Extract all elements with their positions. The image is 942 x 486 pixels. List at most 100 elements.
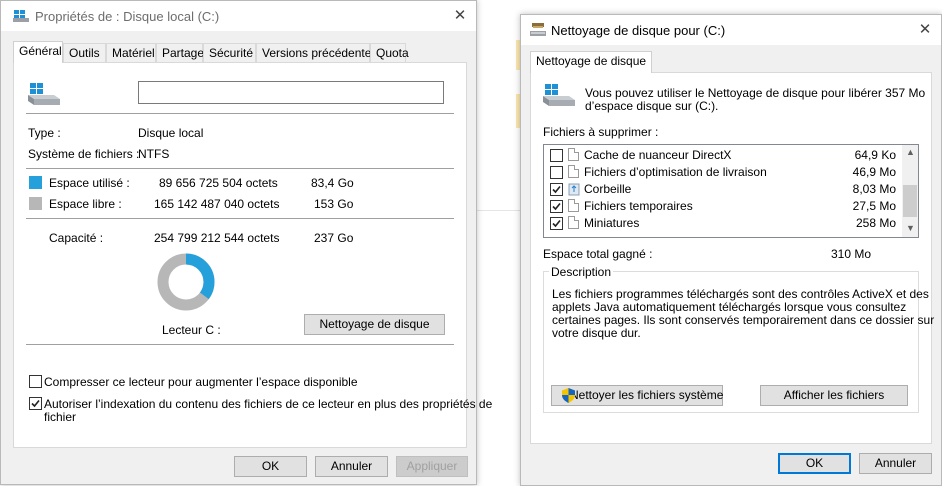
compress-label: Compresser ce lecteur pour augmenter l’e… [44, 375, 358, 389]
close-icon[interactable]: ✕ [913, 18, 937, 42]
type-label: Type : [28, 126, 61, 140]
separator [26, 113, 454, 114]
type-value: Disque local [138, 126, 204, 140]
disk-cleanup-tab-panel: Vous pouvez utiliser le Nettoyage de dis… [530, 72, 935, 444]
file-icon [568, 199, 579, 212]
free-space-label: Espace libre : [49, 197, 122, 211]
filesystem-value: NTFS [138, 147, 170, 161]
tab-versions-précédentes[interactable]: Versions précédentes [256, 43, 377, 63]
close-icon[interactable]: ✕ [448, 4, 472, 28]
file-size: 46,9 Mo [852, 165, 896, 179]
capacity-label: Capacité : [49, 231, 104, 245]
description-title: Description [549, 265, 614, 279]
disk-cleanup-window: Nettoyage de disque pour (C:) ✕ Nettoyag… [520, 14, 942, 486]
recycle-bin-icon [568, 182, 580, 199]
free-space-gb: 153 Go [314, 197, 354, 211]
file-checkbox[interactable] [550, 149, 563, 162]
total-space-value: 310 Mo [831, 247, 872, 261]
cleanup-system-files-button[interactable]: Nettoyer les fichiers système [551, 385, 723, 406]
file-name: Corbeille [584, 182, 632, 196]
scrollbar-thumb[interactable] [903, 185, 917, 217]
tab-outils[interactable]: Outils [63, 43, 106, 63]
cleanup-system-files-label: Nettoyer les fichiers système [570, 388, 724, 402]
used-space-gb: 83,4 Go [311, 176, 354, 190]
capacity-bytes: 254 799 212 544 octets [154, 231, 280, 245]
file-icon [568, 165, 579, 178]
cancel-button[interactable]: Annuler [315, 456, 388, 477]
file-name: Miniatures [584, 216, 640, 230]
filesystem-label: Système de fichiers : [28, 147, 140, 161]
file-icon [568, 148, 579, 161]
file-list-item[interactable]: Cache de nuanceur DirectX 64,9 Ko [544, 147, 904, 164]
file-size: 64,9 Ko [854, 148, 896, 162]
file-size: 27,5 Mo [852, 199, 896, 213]
shield-icon [562, 388, 575, 409]
file-size: 258 Mo [855, 216, 896, 230]
tab-général[interactable]: Général [13, 41, 63, 63]
cancel-button[interactable]: Annuler [859, 453, 932, 474]
tab-partage[interactable]: Partage [156, 43, 204, 63]
ok-button[interactable]: OK [234, 456, 307, 477]
scroll-up-icon[interactable]: ▲ [906, 147, 915, 157]
background-divider [476, 210, 520, 211]
scroll-down-icon[interactable]: ▼ [906, 223, 915, 233]
tab-disk-cleanup[interactable]: Nettoyage de disque [530, 51, 653, 73]
tab-matériel[interactable]: Matériel [106, 43, 156, 63]
intro-text-line1: Vous pouvez utiliser le Nettoyage de dis… [585, 86, 926, 100]
disk-cleanup-button[interactable]: Nettoyage de disque [304, 314, 445, 335]
indexing-checkbox[interactable] [29, 397, 42, 410]
intro-text-line2: d’espace disque sur (C:). [585, 99, 719, 113]
file-name: Fichiers d’optimisation de livraison [584, 165, 767, 179]
free-space-bytes: 165 142 487 040 octets [154, 197, 280, 211]
used-space-bytes: 89 656 725 504 octets [159, 176, 278, 190]
general-tab-panel: Type : Disque local Système de fichiers … [13, 62, 492, 448]
description-line: applets Java automatiquement téléchargés… [552, 300, 907, 314]
separator [26, 168, 454, 169]
view-files-button[interactable]: Afficher les fichiers [760, 385, 908, 406]
file-checkbox[interactable] [550, 200, 563, 213]
file-name: Cache de nuanceur DirectX [584, 148, 732, 162]
file-list-item[interactable]: Corbeille 8,03 Mo [544, 181, 904, 198]
used-space-label: Espace utilisé : [49, 176, 130, 190]
description-line: Les fichiers programmes téléchargés sont… [552, 287, 929, 301]
drive-icon [543, 82, 575, 111]
file-list-item[interactable]: Miniatures 258 Mo [544, 215, 904, 232]
compress-checkbox[interactable] [29, 375, 42, 388]
used-space-swatch [29, 176, 42, 189]
separator [26, 344, 454, 345]
drive-icon [13, 9, 29, 26]
tab-sécurité[interactable]: Sécurité [203, 43, 256, 63]
file-icon [568, 216, 579, 229]
drive-letter-label: Lecteur C : [162, 323, 221, 337]
title-bar[interactable]: Nettoyage de disque pour (C:) ✕ [521, 15, 941, 45]
properties-window: Propriétés de : Disque local (C:) ✕ Géné… [0, 0, 492, 485]
capacity-gb: 237 Go [314, 231, 354, 245]
drive-icon [28, 81, 60, 110]
tab-quota[interactable]: Quota [370, 43, 409, 63]
file-name: Fichiers temporaires [584, 199, 693, 213]
window-title: Nettoyage de disque pour (C:) [551, 23, 726, 38]
scrollbar[interactable]: ▲ ▼ [902, 145, 918, 237]
file-list-item[interactable]: Fichiers d’optimisation de livraison 46,9… [544, 164, 904, 181]
description-line: votre disque dur. [552, 326, 641, 340]
total-space-label: Espace total gagné : [543, 247, 653, 261]
separator [26, 218, 454, 219]
file-checkbox[interactable] [550, 166, 563, 179]
file-checkbox[interactable] [550, 217, 563, 230]
title-bar[interactable]: Propriétés de : Disque local (C:) ✕ [1, 1, 476, 31]
apply-button[interactable]: Appliquer [396, 456, 468, 477]
file-checkbox[interactable] [550, 183, 563, 196]
ok-button[interactable]: OK [778, 453, 851, 474]
indexing-label-line2: fichier [44, 410, 77, 424]
disk-cleanup-icon [530, 23, 546, 40]
indexing-label-line1: Autoriser l’indexation du contenu des fi… [44, 397, 493, 411]
description-line: certaines pages. Ils sont conservés temp… [552, 313, 935, 327]
usage-donut-chart [157, 253, 215, 311]
window-title: Propriétés de : Disque local (C:) [35, 9, 220, 24]
file-list-item[interactable]: Fichiers temporaires 27,5 Mo [544, 198, 904, 215]
drive-name-input[interactable] [138, 81, 444, 104]
files-to-delete-label: Fichiers à supprimer : [543, 125, 659, 139]
file-size: 8,03 Mo [852, 182, 896, 196]
free-space-swatch [29, 197, 42, 210]
files-listbox[interactable]: Cache de nuanceur DirectX 64,9 Ko Fichiers… [543, 144, 919, 238]
